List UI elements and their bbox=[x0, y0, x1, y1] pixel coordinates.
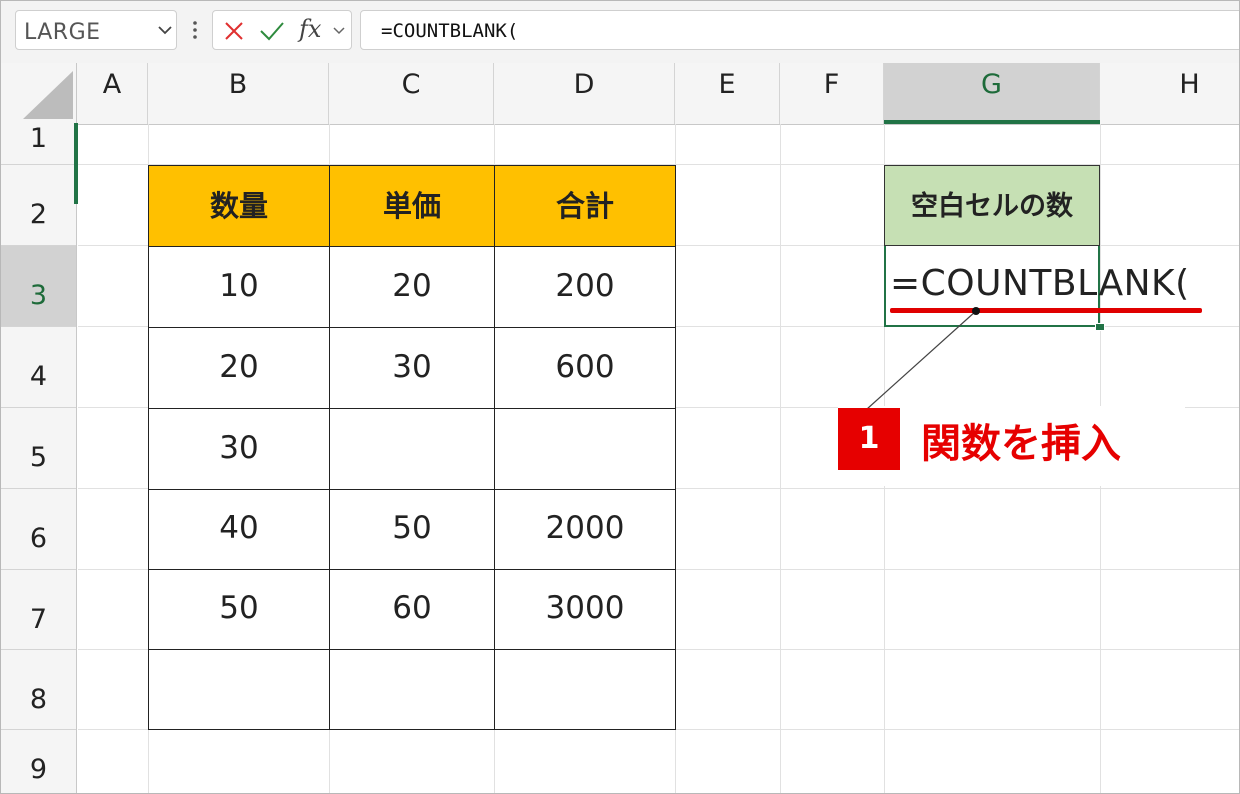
table-cell[interactable]: 40 bbox=[148, 489, 330, 570]
formula-input[interactable]: =COUNTBLANK( bbox=[360, 10, 1239, 50]
row-header-2[interactable]: 2 bbox=[1, 165, 76, 246]
fx-icon[interactable]: fx bbox=[299, 15, 321, 43]
column-headers: A B C D E F G H bbox=[1, 63, 1239, 125]
table-cell[interactable]: 60 bbox=[329, 569, 495, 650]
column-header-a[interactable]: A bbox=[77, 63, 148, 124]
table-cell[interactable] bbox=[329, 649, 495, 730]
table-cell[interactable]: 10 bbox=[148, 246, 330, 328]
callout-text: 関数を挿入 bbox=[921, 421, 1121, 467]
table-cell[interactable]: 3000 bbox=[494, 569, 676, 650]
column-header-f[interactable]: F bbox=[780, 63, 884, 124]
select-all-corner[interactable] bbox=[1, 63, 77, 124]
table-cell[interactable]: 20 bbox=[329, 246, 495, 328]
active-cell-formula: =COUNTBLANK( bbox=[890, 263, 1190, 304]
table-header-quantity[interactable]: 数量 bbox=[148, 165, 330, 247]
row-header-5[interactable]: 5 bbox=[1, 408, 76, 489]
table-cell[interactable] bbox=[494, 649, 676, 730]
formula-actions: fx bbox=[212, 10, 352, 50]
table-cell[interactable]: 50 bbox=[148, 569, 330, 650]
row-headers: 1 2 3 4 5 6 7 8 9 bbox=[1, 124, 77, 793]
row-header-3[interactable]: 3 bbox=[1, 246, 76, 327]
table-cell[interactable]: 20 bbox=[148, 327, 330, 409]
table-cell[interactable]: 2000 bbox=[494, 489, 676, 570]
result-header-cell[interactable]: 空白セルの数 bbox=[884, 165, 1100, 246]
table-cell[interactable]: 600 bbox=[494, 327, 676, 409]
column-header-e[interactable]: E bbox=[675, 63, 780, 124]
row-header-6[interactable]: 6 bbox=[1, 489, 76, 570]
table-cell[interactable]: 200 bbox=[494, 246, 676, 328]
fill-handle[interactable] bbox=[1095, 323, 1105, 331]
step-badge: 1 bbox=[838, 408, 900, 470]
chevron-down-icon[interactable] bbox=[156, 21, 174, 39]
row-header-1[interactable]: 1 bbox=[1, 124, 76, 165]
more-options-icon[interactable] bbox=[188, 15, 202, 45]
formula-text: =COUNTBLANK( bbox=[381, 20, 519, 42]
table-cell[interactable]: 30 bbox=[148, 408, 330, 490]
highlight-underline bbox=[890, 308, 1202, 313]
table-header-unit-price[interactable]: 単価 bbox=[329, 165, 495, 247]
row-header-4[interactable]: 4 bbox=[1, 327, 76, 408]
row-header-8[interactable]: 8 bbox=[1, 650, 76, 730]
spreadsheet-window: LARGE fx =COUNTBLANK(A B C D E F G H 1 … bbox=[0, 0, 1240, 794]
table-cell[interactable]: 30 bbox=[329, 327, 495, 409]
row-header-9[interactable]: 9 bbox=[1, 730, 76, 793]
formula-bar: LARGE fx =COUNTBLANK( bbox=[1, 1, 1239, 63]
column-header-d[interactable]: D bbox=[494, 63, 675, 124]
column-header-h[interactable]: H bbox=[1100, 63, 1239, 124]
table-cell[interactable]: 50 bbox=[329, 489, 495, 570]
table-cell[interactable] bbox=[148, 649, 330, 730]
column-header-g[interactable]: G bbox=[884, 63, 1100, 124]
table-header-total[interactable]: 合計 bbox=[494, 165, 676, 247]
row-header-7[interactable]: 7 bbox=[1, 570, 76, 650]
table-cell[interactable] bbox=[494, 408, 676, 490]
column-header-b[interactable]: B bbox=[148, 63, 329, 124]
column-header-c[interactable]: C bbox=[329, 63, 494, 124]
table-cell[interactable] bbox=[329, 408, 495, 490]
x-icon[interactable] bbox=[223, 20, 245, 42]
name-box-value: LARGE bbox=[24, 20, 101, 45]
check-icon[interactable] bbox=[259, 20, 285, 42]
name-box[interactable]: LARGE bbox=[15, 10, 177, 50]
chevron-down-icon[interactable] bbox=[331, 23, 347, 39]
